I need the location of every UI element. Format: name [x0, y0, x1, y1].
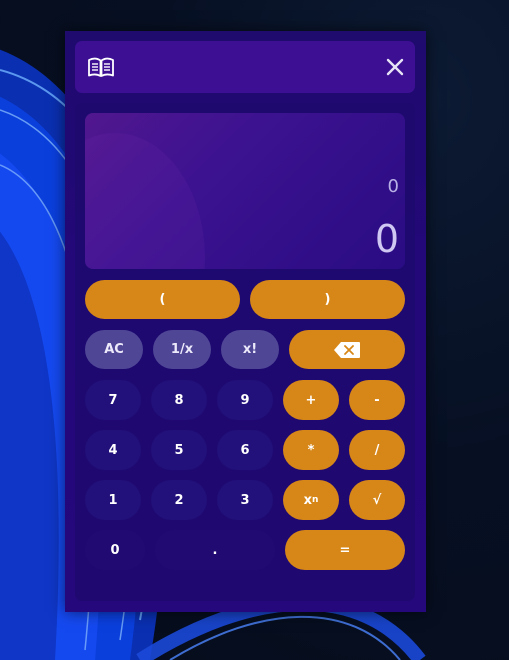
digit-4-button[interactable]: 4	[85, 430, 141, 470]
decimal-button[interactable]: .	[155, 530, 275, 570]
digit-8-button[interactable]: 8	[151, 380, 207, 420]
sqrt-button[interactable]: √	[349, 480, 405, 520]
clear-button[interactable]: AC	[85, 330, 143, 369]
digit-1-button[interactable]: 1	[85, 480, 141, 520]
expression-display: 0	[387, 176, 399, 197]
digit-9-button[interactable]: 9	[217, 380, 273, 420]
factorial-button[interactable]: x!	[221, 330, 279, 369]
backspace-button[interactable]	[289, 330, 405, 369]
result-display: 0	[374, 217, 399, 261]
close-icon[interactable]	[385, 57, 405, 77]
backspace-icon	[334, 341, 360, 358]
display: 0 0	[85, 113, 405, 269]
calculator-panel: 0 0 ( ) AC 1/x x! 7 8 9 + - 4 5 6 * / 1	[75, 103, 415, 601]
power-button[interactable]: xn	[283, 480, 339, 520]
power-exponent-label: n	[311, 495, 319, 505]
digit-7-button[interactable]: 7	[85, 380, 141, 420]
digit-0-button[interactable]: 0	[85, 530, 145, 570]
digit-6-button[interactable]: 6	[217, 430, 273, 470]
digit-5-button[interactable]: 5	[151, 430, 207, 470]
power-base-label: x	[303, 492, 312, 508]
calculator-window: 0 0 ( ) AC 1/x x! 7 8 9 + - 4 5 6 * / 1	[65, 31, 426, 612]
digit-2-button[interactable]: 2	[151, 480, 207, 520]
reciprocal-button[interactable]: 1/x	[153, 330, 211, 369]
divide-button[interactable]: /	[349, 430, 405, 470]
book-icon[interactable]	[88, 57, 114, 77]
close-paren-button[interactable]: )	[250, 280, 405, 319]
minus-button[interactable]: -	[349, 380, 405, 420]
digit-3-button[interactable]: 3	[217, 480, 273, 520]
display-glow	[85, 133, 205, 269]
open-paren-button[interactable]: (	[85, 280, 240, 319]
title-bar	[75, 41, 415, 93]
multiply-button[interactable]: *	[283, 430, 339, 470]
plus-button[interactable]: +	[283, 380, 339, 420]
equals-button[interactable]: =	[285, 530, 405, 570]
